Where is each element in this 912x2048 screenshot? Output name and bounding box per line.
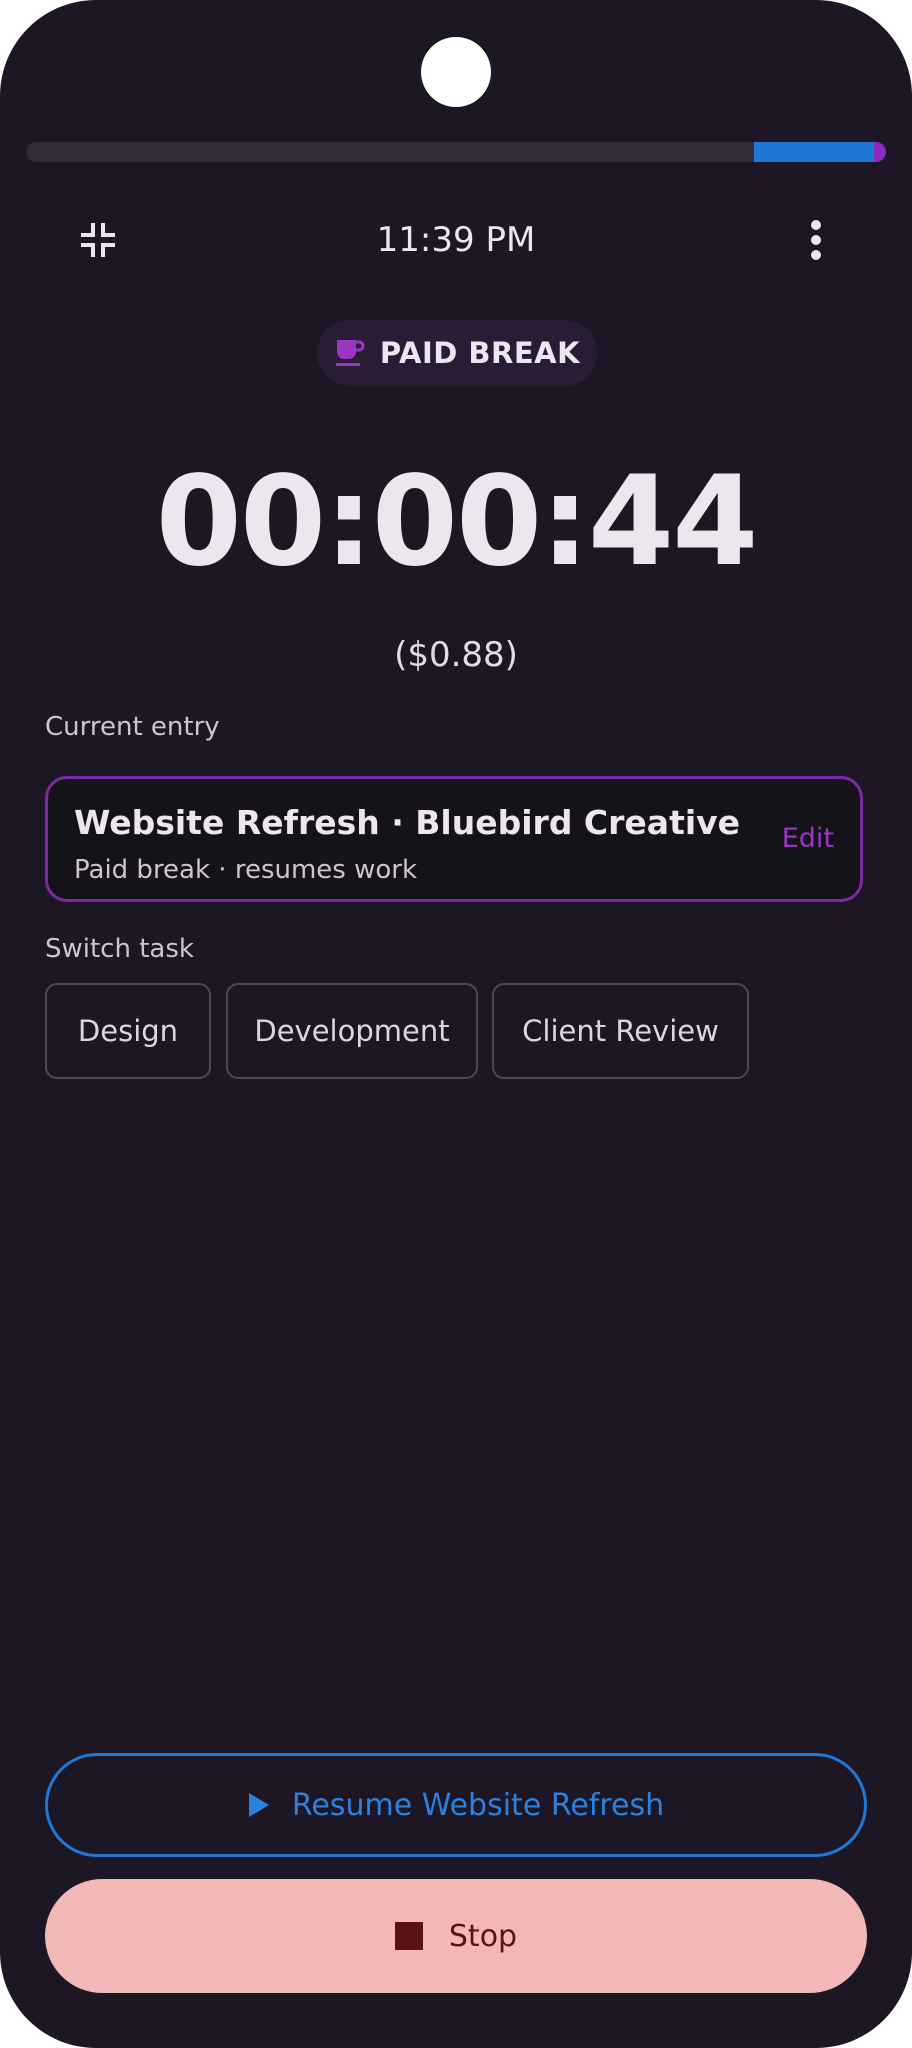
paid-break-chip: PAID BREAK (317, 320, 597, 386)
camera-cutout (421, 37, 491, 107)
current-entry-card[interactable]: Website Refresh · Bluebird Creative Paid… (45, 776, 863, 902)
stop-label: Stop (448, 1918, 518, 1954)
session-progress-bar (26, 142, 886, 162)
current-entry-label: Current entry (45, 712, 220, 742)
earnings-amount: ($0.88) (394, 635, 518, 675)
entry-title: Website Refresh · Bluebird Creative (74, 803, 741, 842)
task-chip-development[interactable]: Development (226, 983, 478, 1079)
resume-button[interactable]: Resume Website Refresh (45, 1753, 867, 1857)
progress-fill (754, 142, 874, 162)
phone-screen: 11:39 PM PAID BREAK 00:00:44 ($0.88) Cur… (0, 0, 912, 2048)
play-icon (248, 1793, 269, 1817)
switch-task-label: Switch task (45, 934, 194, 964)
more-vert-icon (811, 220, 821, 260)
coffee-cup-icon (335, 340, 365, 366)
progress-break-marker (874, 142, 886, 162)
resume-label: Resume Website Refresh (291, 1787, 665, 1823)
elapsed-timer: 00:00:44 (155, 450, 759, 594)
stop-icon (394, 1922, 423, 1950)
clock-time: 11:39 PM (376, 220, 536, 260)
paid-break-label: PAID BREAK (379, 336, 581, 370)
entry-subtitle: Paid break · resumes work (74, 855, 418, 885)
more-options-button[interactable] (788, 210, 844, 270)
edit-entry-button[interactable]: Edit (782, 823, 834, 854)
top-bar: 11:39 PM (0, 210, 912, 270)
stop-button[interactable]: Stop (45, 1879, 867, 1993)
task-chip-design[interactable]: Design (45, 983, 211, 1079)
task-chip-client-review[interactable]: Client Review (492, 983, 749, 1079)
